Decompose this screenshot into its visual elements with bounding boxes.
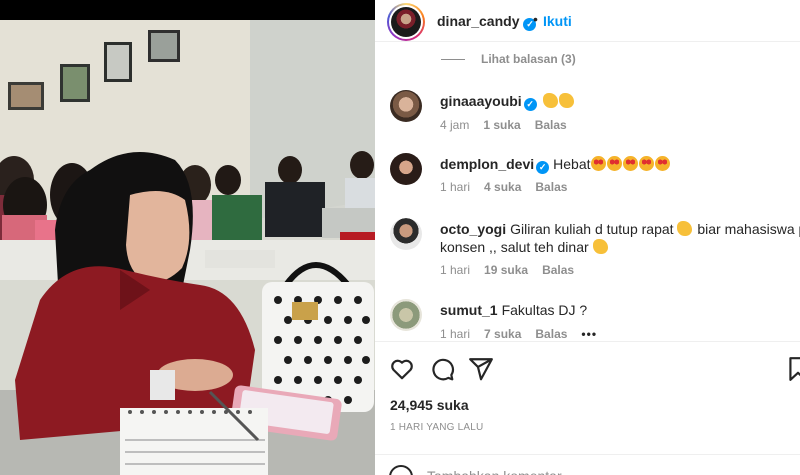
comment-text: Fakultas DJ ? xyxy=(501,302,588,318)
post-detail-panel: dinar_candy ✓ • Ikuti Lihat balasan (3) g… xyxy=(375,0,800,475)
reply-button[interactable]: Balas xyxy=(535,118,567,132)
verified-badge-icon: ✓ xyxy=(536,161,550,174)
commenter-username[interactable]: ginaaayoubi xyxy=(440,93,522,109)
comment-time[interactable]: 1 hari xyxy=(440,180,470,194)
comment-time[interactable]: 1 hari xyxy=(440,263,470,277)
author-username[interactable]: dinar_candy ✓ xyxy=(437,13,537,31)
follow-button[interactable]: Ikuti xyxy=(543,13,572,29)
add-comment-bar xyxy=(375,454,800,475)
post-actions: 24,945 suka 1 HARI YANG LALU xyxy=(375,341,800,475)
share-icon[interactable] xyxy=(468,356,494,382)
comment-text-line1: Giliran kuliah d tutup rapat xyxy=(510,221,674,237)
comment-meta: 4 jam 1 suka Balas xyxy=(440,118,581,132)
commenter-username[interactable]: octo_yogi xyxy=(440,221,506,237)
reply-button[interactable]: Balas xyxy=(535,180,567,194)
clap-emoji-icon xyxy=(592,239,608,254)
separator-dot: • xyxy=(533,11,538,27)
likes-count[interactable]: 24,945 suka xyxy=(390,397,469,413)
add-comment-input[interactable] xyxy=(427,468,727,475)
replies-divider xyxy=(441,59,465,61)
post-photo xyxy=(0,0,375,475)
clap-emoji-icon xyxy=(542,93,558,108)
comment-likes[interactable]: 1 suka xyxy=(483,118,520,132)
verified-badge-icon: ✓ xyxy=(523,98,537,111)
star-struck-emoji-icon xyxy=(638,156,654,171)
reply-button[interactable]: Balas xyxy=(535,327,567,340)
comment-meta: 1 hari 4 suka Balas xyxy=(440,180,581,194)
save-icon[interactable] xyxy=(785,356,800,382)
commenter-username[interactable]: demplon_devi xyxy=(440,156,534,172)
post-header: dinar_candy ✓ • Ikuti xyxy=(375,0,800,42)
comments-list[interactable]: Lihat balasan (3) ginaaayoubi ✓ 4 jam 1 su… xyxy=(375,42,800,340)
comment-icon[interactable] xyxy=(429,356,455,382)
heart-icon[interactable] xyxy=(389,356,415,382)
comment-likes[interactable]: 19 suka xyxy=(484,263,528,277)
comment-time[interactable]: 1 hari xyxy=(440,327,470,340)
comment-meta: 1 hari 19 suka Balas xyxy=(440,263,588,277)
commenter-username[interactable]: sumut_1 xyxy=(440,302,498,318)
commenter-avatar[interactable] xyxy=(390,153,422,185)
more-options-icon[interactable]: ••• xyxy=(581,327,597,340)
emoji-picker-icon[interactable] xyxy=(389,465,413,475)
star-struck-emoji-icon xyxy=(590,156,606,171)
author-avatar[interactable] xyxy=(387,3,425,41)
star-struck-emoji-icon xyxy=(606,156,622,171)
post-timestamp: 1 HARI YANG LALU xyxy=(390,422,484,433)
commenter-avatar[interactable] xyxy=(390,90,422,122)
comment-likes[interactable]: 7 suka xyxy=(484,327,521,340)
star-struck-emoji-icon xyxy=(622,156,638,171)
comment-text-line2: konsen ,, salut teh dinar xyxy=(440,239,589,255)
commenter-avatar[interactable] xyxy=(390,299,422,331)
view-replies-link[interactable]: Lihat balasan (3) xyxy=(441,52,576,66)
comment-text: Hebat xyxy=(553,156,591,172)
comment-text-line1b: biar mahasiswa pada xyxy=(697,221,800,237)
star-struck-emoji-icon xyxy=(654,156,670,171)
comment-meta: 1 hari 7 suka Balas ••• xyxy=(440,327,611,340)
reply-button[interactable]: Balas xyxy=(542,263,574,277)
clap-emoji-icon xyxy=(558,93,574,108)
comment-likes[interactable]: 4 suka xyxy=(484,180,521,194)
commenter-avatar[interactable] xyxy=(390,218,422,250)
classroom-photo xyxy=(0,0,375,475)
clap-emoji-icon xyxy=(677,221,693,236)
comment-time[interactable]: 4 jam xyxy=(440,118,469,132)
